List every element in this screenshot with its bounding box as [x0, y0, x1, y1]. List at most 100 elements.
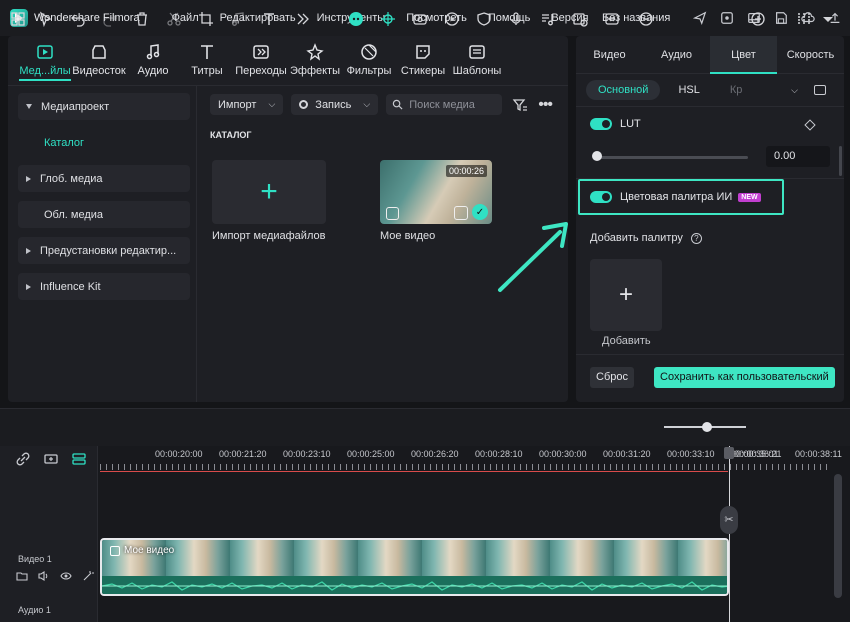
add-palette-button[interactable]: + — [590, 259, 662, 331]
select-cursor-icon[interactable] — [38, 11, 54, 28]
fit-width-icon[interactable] — [604, 11, 620, 27]
filter-icon[interactable] — [512, 97, 528, 113]
folder-icon[interactable] — [16, 570, 28, 582]
zoom-in-icon[interactable] — [750, 11, 766, 27]
template-icon — [469, 45, 485, 59]
compare-view-icon[interactable] — [814, 85, 826, 95]
zoom-slider-thumb[interactable] — [702, 422, 712, 432]
keyframe-icon[interactable] — [804, 119, 816, 131]
sidebar-item-presets[interactable]: Предустановки редактир... — [18, 237, 190, 264]
track-layout-icon[interactable] — [796, 11, 812, 27]
audio-track-label: Аудио 1 — [18, 605, 51, 615]
ruler-label: 00:00:31:20 — [603, 449, 651, 459]
add-track-icon[interactable] — [44, 452, 58, 466]
chevron-down-icon[interactable]: ⌵ — [791, 85, 798, 96]
tab-titles[interactable]: Титры — [180, 36, 234, 85]
save-icon[interactable] — [772, 9, 790, 27]
sidebar-item-cloud-media[interactable]: Обл. медиа — [18, 201, 190, 228]
import-dropdown[interactable]: Импорт ⌵ — [210, 94, 284, 115]
record-video-icon[interactable] — [412, 11, 428, 27]
ruler-label: 00:00:33:10 — [667, 449, 715, 459]
lut-slider[interactable] — [598, 156, 748, 159]
scissors-icon[interactable]: ✂ — [720, 506, 738, 534]
ai-palette-label: Цветовая палитра ИИ — [620, 191, 733, 203]
subtab-basic[interactable]: Основной — [586, 80, 661, 100]
more-tools-icon[interactable] — [294, 11, 310, 27]
tab-stock[interactable]: Видеосток — [72, 36, 126, 85]
ruler-label: 00:00:36:21 — [734, 449, 782, 459]
chevron-down-icon[interactable] — [820, 11, 833, 27]
sidebar-item-global-media[interactable]: Глоб. медиа — [18, 165, 190, 192]
tab-color[interactable]: Цвет — [710, 36, 777, 74]
redo-icon[interactable] — [102, 11, 118, 27]
sidebar-item-label: Influence Kit — [40, 280, 101, 293]
tab-stickers-label: Стикеры — [400, 65, 446, 77]
help-icon[interactable]: ? — [690, 232, 702, 244]
import-media-card[interactable]: + — [212, 160, 326, 224]
tab-effects[interactable]: Эффекты — [288, 36, 342, 85]
tab-stickers[interactable]: Стикеры — [396, 36, 450, 85]
tab-audio-props[interactable]: Аудио — [643, 36, 710, 74]
eye-icon[interactable] — [60, 570, 72, 582]
video-thumbnail[interactable]: 00:00:26 ✓ — [380, 160, 492, 224]
magic-icon[interactable] — [82, 570, 94, 582]
feedback-icon[interactable] — [718, 9, 736, 27]
sidebar-item-label: Обл. медиа — [44, 208, 104, 221]
volume-icon[interactable] — [38, 570, 50, 582]
lut-slider-thumb[interactable] — [592, 151, 602, 161]
record-icon — [299, 100, 309, 109]
video-clip[interactable]: Мое видео — [100, 538, 729, 596]
text-tool-icon[interactable] — [262, 11, 278, 27]
playhead-handle[interactable] — [724, 447, 734, 459]
search-input[interactable]: Поиск медиа — [386, 94, 503, 115]
sidebar-item-influence-kit[interactable]: Influence Kit — [18, 273, 190, 300]
grid-icon[interactable] — [10, 11, 26, 27]
video-track-label: Видео 1 — [18, 554, 52, 564]
play-circle-icon[interactable] — [444, 11, 460, 27]
shield-icon[interactable] — [476, 11, 492, 27]
tab-filters-label: Фильтры — [346, 65, 392, 77]
ai-palette-toggle[interactable] — [590, 191, 612, 203]
delete-icon[interactable] — [134, 11, 150, 27]
cut-icon[interactable] — [166, 11, 182, 27]
timeline-scrollbar[interactable] — [834, 474, 842, 598]
playhead[interactable] — [729, 446, 730, 622]
tab-video[interactable]: Видео — [576, 36, 643, 74]
microphone-icon[interactable] — [508, 11, 524, 27]
lut-toggle[interactable] — [590, 118, 612, 130]
link-icon[interactable] — [16, 452, 30, 466]
clip-name: Мое видео — [124, 545, 175, 556]
media-replace-icon[interactable] — [572, 11, 588, 27]
lut-value-input[interactable]: 0.00 — [766, 146, 830, 167]
track-manager-icon[interactable] — [72, 452, 86, 466]
zoom-out-icon[interactable] — [638, 11, 654, 27]
tab-filters[interactable]: Фильтры — [342, 36, 396, 85]
video-type-icon — [386, 207, 399, 220]
record-dropdown[interactable]: Запись ⌵ — [291, 94, 379, 115]
undo-icon[interactable] — [70, 11, 86, 27]
lut-label: LUT — [620, 118, 641, 130]
subtab-hsl[interactable]: HSL — [666, 80, 711, 100]
sidebar-item-project-media[interactable]: Медиапроект — [18, 93, 190, 120]
tab-audio[interactable]: Аудио — [126, 36, 180, 85]
send-icon[interactable] — [691, 9, 709, 27]
reset-button[interactable]: Сброс — [590, 367, 634, 388]
ruler-label: 00:00:28:10 — [475, 449, 523, 459]
ai-mate-icon[interactable] — [348, 11, 364, 27]
more-options-icon[interactable]: ••• — [538, 96, 554, 114]
tab-transitions[interactable]: Переходы — [234, 36, 288, 85]
tab-media[interactable]: Мед...йлы — [18, 36, 72, 85]
crop-icon[interactable] — [198, 11, 214, 27]
save-custom-button[interactable]: Сохранить как пользовательский — [654, 367, 835, 388]
properties-tabs: Видео Аудио Цвет Скорость — [576, 36, 844, 74]
auto-ripple-icon[interactable] — [380, 11, 396, 27]
tab-templates[interactable]: Шаблоны — [450, 36, 504, 85]
music-list-icon[interactable] — [540, 11, 556, 27]
sidebar-item-catalog[interactable]: Каталог — [18, 129, 190, 156]
panel-scrollbar[interactable] — [839, 146, 842, 176]
clip-thumbnails — [102, 540, 727, 576]
media-icon — [37, 45, 53, 59]
tab-speed[interactable]: Скорость — [777, 36, 844, 74]
subtab-curves[interactable]: Кр — [718, 80, 755, 100]
audio-edit-icon[interactable] — [230, 11, 246, 27]
